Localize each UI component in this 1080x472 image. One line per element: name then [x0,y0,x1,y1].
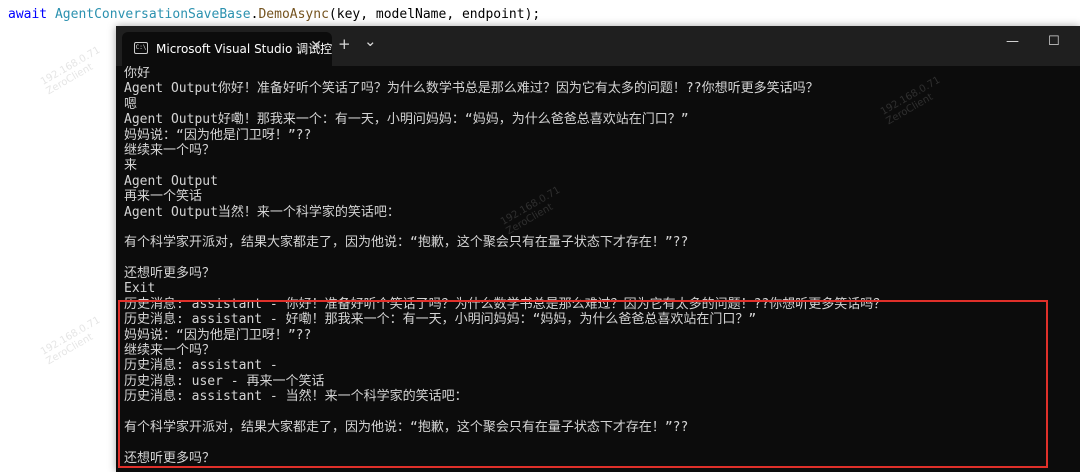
console-line: Agent Output当然！来一个科学家的笑话吧： [124,204,400,220]
console-line: 有个科学家开派对，结果大家都走了，因为他说：“抱歉，这个聚会只有在量子状态下才存… [124,419,689,435]
close-tab-icon[interactable]: ✕ [310,38,322,54]
console-line: 再来一个笑话 [124,189,203,205]
title-bar: C:\ Microsoft Visual Studio 调试控 ✕ + ⌄ — … [116,26,1080,66]
console-line: 历史消息: user - 再来一个笑话 [124,373,325,389]
watermark: 192.168.0.71 ZeroClient [38,44,103,98]
console-line: 历史消息: assistant - [124,358,278,374]
console-line: 继续来一个吗？ [124,343,216,359]
console-line: 妈妈说：“因为他是门卫呀！”?? [124,127,312,143]
class-name: AgentConversationSaveBase [54,7,251,22]
tab-title: Microsoft Visual Studio 调试控 [156,42,333,56]
console-line: Agent Output [124,173,218,189]
minimize-button[interactable]: — [1006,34,1019,49]
console-output[interactable]: 你好 Agent Output你好！准备好听个笑话了吗？为什么数学书总是那么难过？… [116,66,1080,472]
console-line: 有个科学家开派对，结果大家都走了，因为他说：“抱歉，这个聚会只有在量子状态下才存… [124,235,689,251]
console-line: Exit [124,281,156,297]
chevron-down-icon[interactable]: ⌄ [364,32,377,50]
method-args: (key, modelName, endpoint); [328,7,541,22]
method-name: DemoAsync [258,7,329,22]
console-icon: C:\ [134,42,148,54]
console-line: 历史消息: assistant - 当然！来一个科学家的笑话吧： [124,389,468,405]
watermark: 192.168.0.71 ZeroClient [38,314,103,368]
console-line: 历史消息: assistant - 好嘞！那我来一个：有一天，小明问妈妈：“妈妈… [124,312,757,328]
maximize-button[interactable]: ☐ [1048,34,1060,49]
console-line: 历史消息: assistant - 你好！准备好听个笑话了吗？为什么数学书总是那… [124,296,887,312]
console-line: 继续来一个吗？ [124,142,216,158]
tab-debug-console[interactable]: C:\ Microsoft Visual Studio 调试控 ✕ [122,32,332,66]
console-line: 还想听更多吗？ [124,450,216,466]
console-line: 妈妈说：“因为他是门卫呀！”?? [124,327,312,343]
console-line: 来 [124,158,138,174]
new-tab-button[interactable]: + [338,35,351,53]
console-line: Agent Output好嘞！那我来一个：有一天，小明问妈妈：“妈妈，为什么爸爸… [124,112,689,128]
keyword-await: await [8,7,48,22]
console-line: 还想听更多吗？ [124,266,216,282]
